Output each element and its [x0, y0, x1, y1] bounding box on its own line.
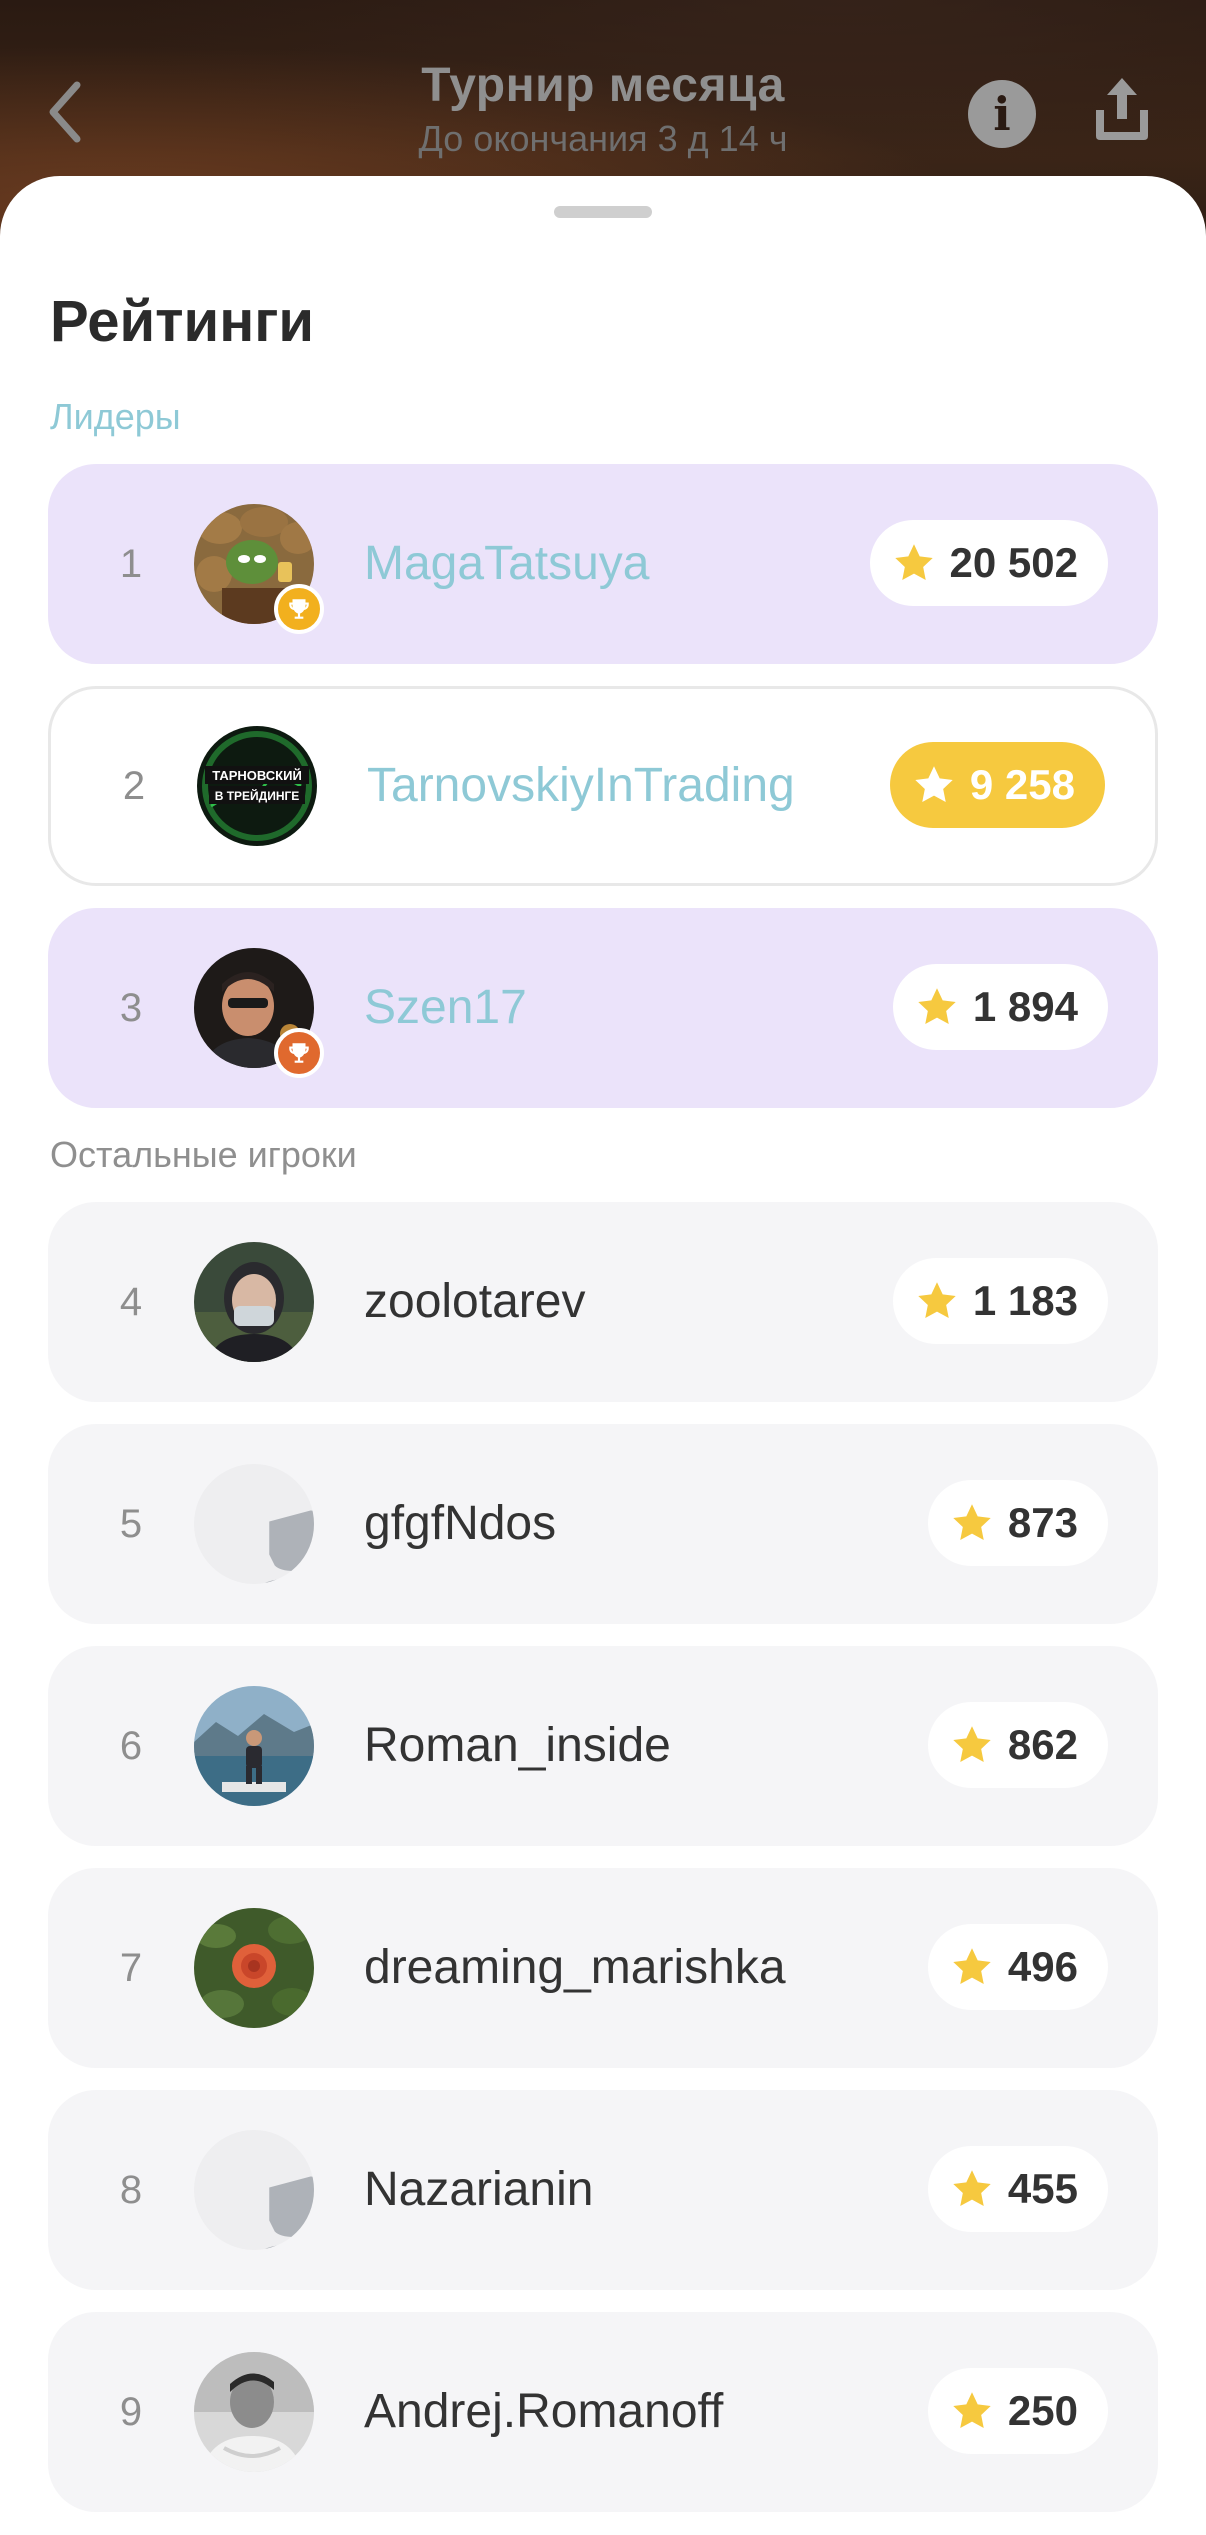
score-value: 862 — [1007, 1721, 1078, 1768]
username: TarnovskiyInTrading — [367, 759, 795, 812]
score-value: 1 894 — [972, 983, 1078, 1030]
leaderboard-row[interactable]: 3 Szen17 1 894 — [48, 908, 1158, 1108]
share-button[interactable] — [1090, 74, 1154, 144]
score-value: 496 — [1007, 1943, 1078, 1990]
leaderboard-row[interactable]: 1 MagaTatsuya 20 502 — [48, 464, 1158, 664]
rank-number: 3 — [119, 986, 143, 1030]
star-icon — [915, 1279, 959, 1323]
star-icon — [950, 1945, 994, 1989]
others-section-label: Остальные игроки — [50, 1134, 357, 1175]
star-icon — [950, 2389, 994, 2433]
leaderboard-row[interactable]: 4 zoolotarev 1 183 — [48, 1202, 1158, 1402]
score-badge: 20 502 — [869, 520, 1108, 606]
score-value: 1 183 — [972, 1277, 1078, 1324]
avatar-placeholder — [194, 1464, 314, 1584]
username: dreaming_marishka — [364, 1941, 786, 1994]
score-badge: 862 — [927, 1702, 1108, 1788]
avatar — [194, 1686, 314, 1806]
score-badge: 250 — [927, 2368, 1108, 2454]
avatar-placeholder — [194, 2130, 314, 2250]
leaderboard-row[interactable]: 7 dreaming_marishka 496 — [48, 1868, 1158, 2068]
username: MagaTatsuya — [364, 537, 650, 590]
score-value: 455 — [1007, 2165, 1078, 2212]
rank-number: 7 — [119, 1946, 143, 1990]
score-value: 250 — [1007, 2387, 1078, 2434]
score-badge: 873 — [927, 1480, 1108, 1566]
bronze-trophy-badge — [274, 1028, 324, 1078]
leaderboard-row[interactable]: 8 Nazarianin 455 — [48, 2090, 1158, 2290]
rank-number: 1 — [119, 542, 143, 586]
username: gfgfNdos — [364, 1497, 557, 1550]
score-badge: 1 894 — [892, 964, 1108, 1050]
score-badge: 496 — [927, 1924, 1108, 2010]
sheet-title: Рейтинги — [50, 289, 315, 354]
username: Roman_inside — [364, 1719, 671, 1772]
rank-number: 9 — [119, 2390, 143, 2434]
star-icon — [950, 1501, 994, 1545]
leaderboard-row[interactable]: 6 Roman_inside 862 — [48, 1646, 1158, 1846]
username: Nazarianin — [364, 2163, 594, 2216]
header: Турнир месяца До окончания 3 д 14 ч i — [0, 0, 1206, 180]
avatar-text: ТАРНОВСКИЙ — [212, 768, 302, 783]
avatar — [194, 2352, 314, 2472]
star-icon — [950, 1723, 994, 1767]
info-button[interactable]: i — [968, 80, 1036, 148]
rank-number: 8 — [119, 2168, 143, 2212]
ratings-sheet: Рейтинги Лидеры 1 MagaTatsuya 20 502 2 Т… — [0, 176, 1206, 2535]
username: Szen17 — [364, 981, 527, 1034]
star-icon — [950, 2167, 994, 2211]
leaders-section-label: Лидеры — [50, 396, 181, 437]
avatar: ТАРНОВСКИЙ В ТРЕЙДИНГЕ — [197, 726, 317, 846]
star-icon — [915, 985, 959, 1029]
trophy-icon — [286, 1040, 312, 1066]
score-value: 20 502 — [949, 539, 1078, 586]
score-badge: 455 — [927, 2146, 1108, 2232]
info-icon: i — [993, 87, 1011, 141]
score-value: 873 — [1007, 1499, 1078, 1546]
avatar — [194, 1908, 314, 2028]
rank-number: 2 — [122, 764, 146, 808]
avatar — [194, 1242, 314, 1362]
sheet-grabber[interactable] — [554, 206, 652, 218]
leaderboard-row-current-user[interactable]: 2 ТАРНОВСКИЙ В ТРЕЙДИНГЕ TarnovskiyInTra… — [48, 686, 1158, 886]
leaderboard-row[interactable]: 5 gfgfNdos 873 — [48, 1424, 1158, 1624]
share-icon — [1096, 78, 1148, 140]
username: zoolotarev — [364, 1275, 586, 1328]
default-avatar-icon — [194, 1464, 314, 1584]
default-avatar-icon — [194, 2130, 314, 2250]
star-icon — [912, 763, 956, 807]
score-badge: 1 183 — [892, 1258, 1108, 1344]
rank-number: 4 — [119, 1280, 143, 1324]
star-icon — [892, 541, 936, 585]
trophy-icon — [286, 596, 312, 622]
score-value: 9 258 — [969, 761, 1075, 808]
username: Andrej.Romanoff — [364, 2385, 724, 2438]
avatar-text: В ТРЕЙДИНГЕ — [215, 788, 300, 803]
rank-number: 5 — [119, 1502, 143, 1546]
leaderboard-row[interactable]: 9 Andrej.Romanoff 250 — [48, 2312, 1158, 2512]
score-badge: 9 258 — [889, 742, 1105, 828]
rank-number: 6 — [119, 1724, 143, 1768]
gold-trophy-badge — [274, 584, 324, 634]
